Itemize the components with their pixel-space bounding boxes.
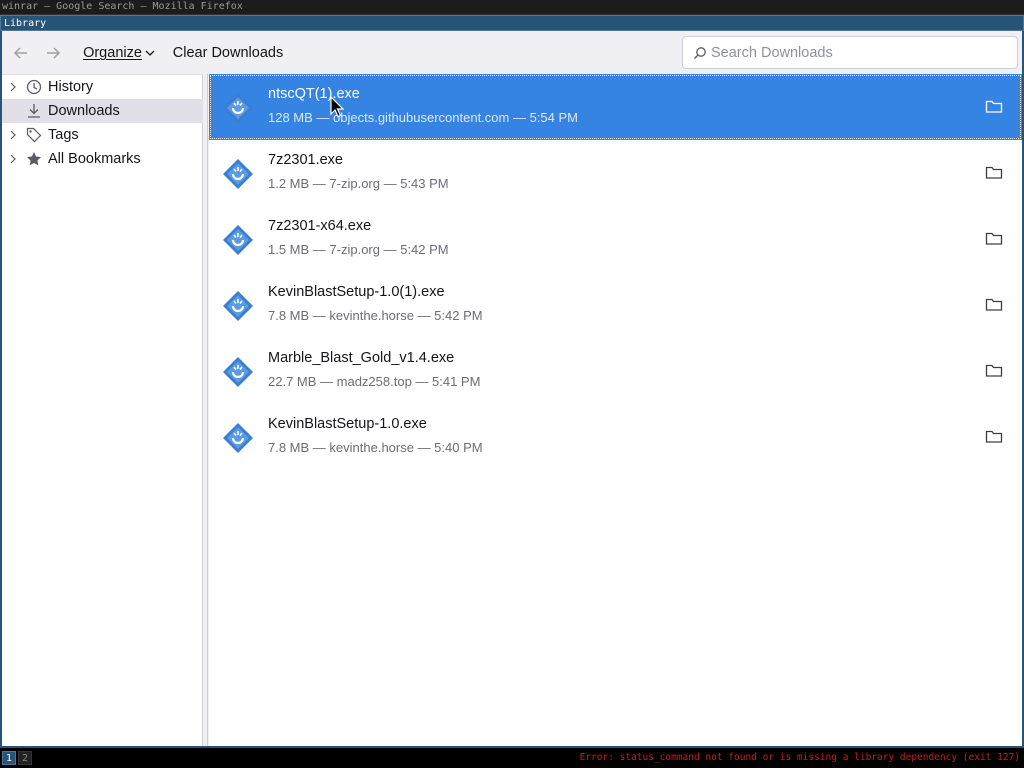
sidebar-item-tags[interactable]: Tags bbox=[2, 123, 203, 147]
chevron-right-icon[interactable] bbox=[2, 154, 24, 164]
arrow-right-icon bbox=[47, 47, 61, 59]
exe-file-icon bbox=[223, 93, 253, 123]
download-filename: Marble_Blast_Gold_v1.4.exe bbox=[268, 350, 455, 366]
download-item[interactable]: ntscQT(1).exe 128 MB — objects.githubuse… bbox=[209, 74, 1022, 140]
folder-icon bbox=[985, 364, 1003, 377]
download-details: 1.5 MB — 7-zip.org — 5:42 PM bbox=[268, 242, 449, 257]
exe-file-icon bbox=[223, 423, 253, 453]
downloads-list: ntscQT(1).exe 128 MB — objects.githubuse… bbox=[209, 74, 1022, 746]
folder-icon bbox=[985, 166, 1003, 179]
exe-file-icon bbox=[223, 357, 253, 387]
download-icon bbox=[24, 101, 44, 121]
library-sidebar: History Downloads Tags All Bookmarks bbox=[2, 74, 203, 746]
back-button[interactable] bbox=[6, 39, 36, 67]
folder-icon bbox=[985, 430, 1003, 443]
clock-icon bbox=[24, 77, 44, 97]
show-in-folder-button[interactable] bbox=[983, 162, 1005, 184]
search-downloads-input[interactable] bbox=[711, 44, 1017, 61]
os-window-title: winrar — Google Search — Mozilla Firefox bbox=[0, 0, 1024, 15]
download-filename: KevinBlastSetup-1.0.exe bbox=[268, 416, 427, 432]
sidebar-item-label: Tags bbox=[48, 127, 79, 143]
tag-icon bbox=[24, 125, 44, 145]
download-details: 7.8 MB — kevinthe.horse — 5:42 PM bbox=[268, 308, 483, 323]
chevron-right-icon[interactable] bbox=[2, 82, 24, 92]
organize-menu-button[interactable]: Organize bbox=[78, 39, 160, 67]
show-in-folder-button[interactable] bbox=[983, 360, 1005, 382]
download-filename: KevinBlastSetup-1.0(1).exe bbox=[268, 284, 445, 300]
library-window: Organize Clear Downloads History Downl bbox=[0, 31, 1024, 748]
workspace-button[interactable]: 1 bbox=[2, 751, 16, 765]
pane-splitter[interactable] bbox=[203, 74, 208, 746]
toolbar: Organize Clear Downloads bbox=[2, 31, 1022, 74]
download-item[interactable]: Marble_Blast_Gold_v1.4.exe 22.7 MB — mad… bbox=[209, 338, 1022, 404]
show-in-folder-button[interactable] bbox=[983, 426, 1005, 448]
download-details: 1.2 MB — 7-zip.org — 5:43 PM bbox=[268, 176, 449, 191]
show-in-folder-button[interactable] bbox=[983, 294, 1005, 316]
download-item[interactable]: 7z2301-x64.exe 1.5 MB — 7-zip.org — 5:42… bbox=[209, 206, 1022, 272]
sidebar-item-label: Downloads bbox=[48, 103, 120, 119]
folder-icon bbox=[985, 100, 1003, 113]
clear-downloads-label: Clear Downloads bbox=[172, 45, 284, 61]
sidebar-item-all-bookmarks[interactable]: All Bookmarks bbox=[2, 147, 203, 171]
folder-icon bbox=[985, 298, 1003, 311]
os-status-bar: 1 2 Error: status_command not found or i… bbox=[0, 748, 1024, 768]
forward-button[interactable] bbox=[38, 39, 68, 67]
library-window-title[interactable]: Library bbox=[0, 15, 1024, 31]
show-in-folder-button[interactable] bbox=[983, 96, 1005, 118]
sidebar-item-history[interactable]: History bbox=[2, 75, 203, 99]
download-details: 7.8 MB — kevinthe.horse — 5:40 PM bbox=[268, 440, 483, 455]
chevron-down-icon bbox=[145, 50, 155, 56]
download-details: 22.7 MB — madz258.top — 5:41 PM bbox=[268, 374, 481, 389]
show-in-folder-button[interactable] bbox=[983, 228, 1005, 250]
workspace-button[interactable]: 2 bbox=[18, 751, 32, 765]
download-item[interactable]: 7z2301.exe 1.2 MB — 7-zip.org — 5:43 PM bbox=[209, 140, 1022, 206]
clear-downloads-button[interactable]: Clear Downloads bbox=[168, 39, 288, 67]
download-item[interactable]: KevinBlastSetup-1.0.exe 7.8 MB — kevinth… bbox=[209, 404, 1022, 470]
search-downloads-box[interactable] bbox=[682, 36, 1018, 69]
folder-icon bbox=[985, 232, 1003, 245]
sidebar-item-downloads[interactable]: Downloads bbox=[2, 99, 203, 123]
status-error-text: Error: status_command not found or is mi… bbox=[579, 752, 1020, 763]
search-icon bbox=[694, 46, 706, 59]
download-filename: 7z2301.exe bbox=[268, 152, 343, 168]
sidebar-item-label: History bbox=[48, 79, 94, 95]
download-details: 128 MB — objects.githubusercontent.com —… bbox=[268, 110, 578, 125]
download-filename: 7z2301-x64.exe bbox=[268, 218, 372, 234]
chevron-right-icon[interactable] bbox=[2, 130, 24, 140]
star-icon bbox=[24, 149, 44, 169]
exe-file-icon bbox=[223, 159, 253, 189]
sidebar-item-label: All Bookmarks bbox=[48, 151, 141, 167]
exe-file-icon bbox=[223, 291, 253, 321]
download-item[interactable]: KevinBlastSetup-1.0(1).exe 7.8 MB — kevi… bbox=[209, 272, 1022, 338]
organize-label: Organize bbox=[83, 45, 142, 61]
exe-file-icon bbox=[223, 225, 253, 255]
download-filename: ntscQT(1).exe bbox=[268, 86, 360, 102]
arrow-left-icon bbox=[13, 47, 27, 59]
